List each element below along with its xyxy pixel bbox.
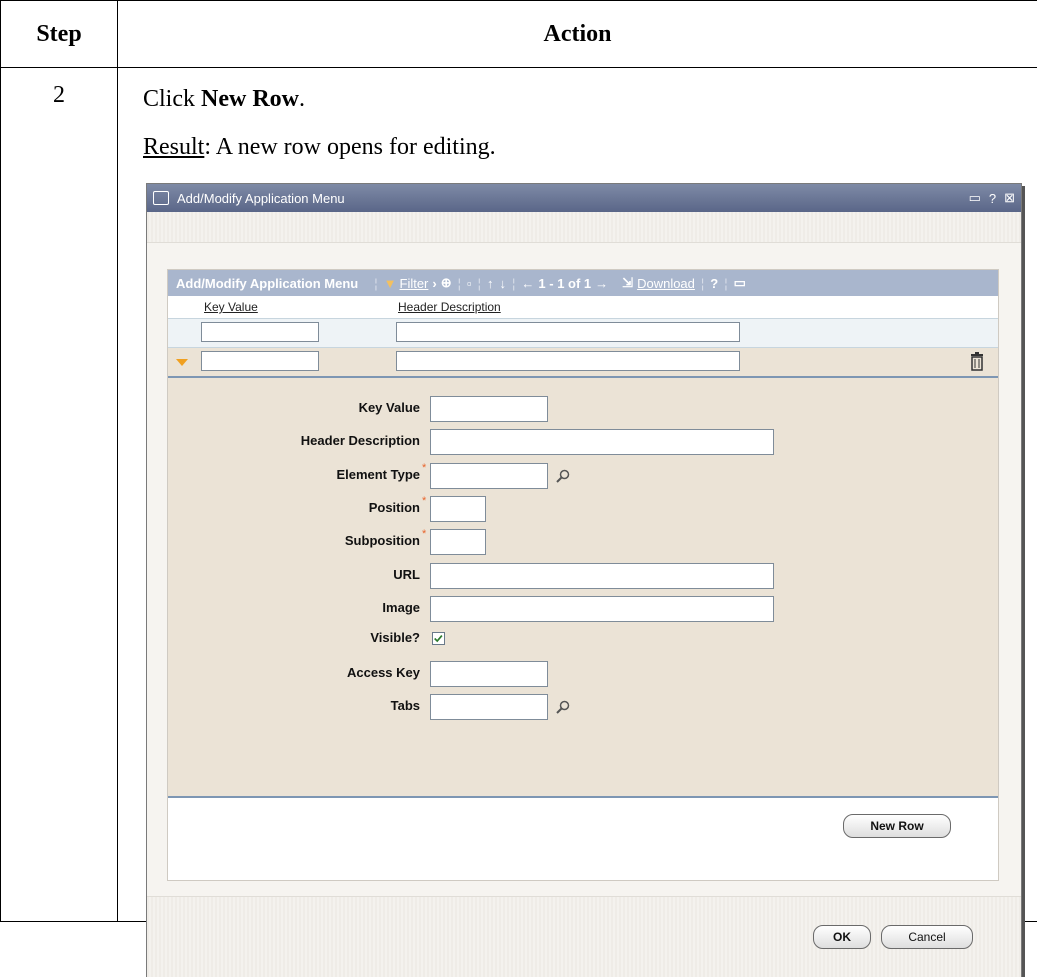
view-all-icon[interactable]: ▫ [467,276,472,291]
add-modify-dialog: Add/Modify Application Menu ▭ ? ⊠ Add/Mo… [146,183,1022,977]
visible-checkbox[interactable] [432,632,445,645]
header-description-field[interactable] [430,429,774,455]
tabs-field[interactable] [430,694,548,720]
step-action-table: Step Action 2 Click New Row. Result: A n… [0,0,1037,922]
result-label: Result [143,134,204,160]
lookup-icon[interactable] [556,700,570,714]
dialog-footer: OK Cancel [147,896,1021,977]
element-type-field[interactable] [430,463,548,489]
field-label: Access Key [180,665,420,680]
delete-icon[interactable] [970,351,984,371]
dialog-top-band [147,212,1021,243]
separator: ¦ [458,276,461,291]
result-body: : A new row opens for editing. [204,134,495,160]
row-expand-icon[interactable] [176,359,188,366]
column-key-value[interactable]: Key Value [204,300,258,314]
header-description-input[interactable] [396,322,740,342]
subposition-field[interactable] [430,529,486,555]
lookup-icon[interactable] [556,469,570,483]
result-text: Result: A new row opens for editing. [143,134,496,161]
url-field[interactable] [430,563,774,589]
find-icon[interactable]: ⊕ [441,275,452,291]
step-number: 2 [1,68,118,922]
field-label: Key Value [180,400,420,415]
separator: ¦ [374,276,377,291]
field-label: Element Type [180,467,420,482]
cancel-button[interactable]: Cancel [881,925,973,949]
restore-icon[interactable]: ▭ [969,190,981,206]
grid-help-icon[interactable]: ? [710,276,718,291]
step-header: Step [1,1,118,68]
close-icon[interactable]: ⊠ [1004,190,1015,206]
action-header: Action [118,1,1037,68]
separator: ¦ [512,276,515,291]
dialog-title: Add/Modify Application Menu [177,191,961,206]
required-marker: * [422,462,426,474]
ok-button[interactable]: OK [813,925,871,949]
instruction-prefix: Click [143,86,201,112]
detail-divider [168,796,998,798]
first-icon[interactable]: ↑ [487,276,494,291]
menu-grid: Add/Modify Application Menu ¦ ▼ Filter ›… [167,269,999,881]
download-icon[interactable]: ⇲ [622,275,633,291]
row-detail-panel: Key Value Header Description Element Typ… [168,376,998,798]
grid-title: Add/Modify Application Menu [176,276,358,291]
action-cell: Click New Row. Result: A new row opens f… [118,68,1037,922]
table-row [168,348,998,376]
separator: ¦ [701,276,704,291]
image-field[interactable] [430,596,774,622]
column-headers: Key Value Header Description [168,296,998,318]
required-marker: * [422,495,426,507]
instruction-text: Click New Row. [143,86,305,113]
access-key-field[interactable] [430,661,548,687]
filter-icon[interactable]: ▼ [384,276,397,291]
download-link[interactable]: Download [637,276,695,291]
help-icon[interactable]: ? [989,191,996,206]
key-value-field[interactable] [430,396,548,422]
field-label: Image [180,600,420,615]
field-label: Visible? [180,630,420,645]
instruction-suffix: . [299,86,305,112]
field-label: URL [180,567,420,582]
required-marker: * [422,528,426,540]
dialog-titlebar: Add/Modify Application Menu ▭ ? ⊠ [147,184,1021,212]
dialog-icon [153,191,169,205]
table-row [168,318,998,348]
grid-header: Add/Modify Application Menu ¦ ▼ Filter ›… [168,270,998,296]
field-label: Subposition [180,533,420,548]
checkmark-icon [433,633,444,644]
key-value-input[interactable] [201,322,319,342]
filter-link[interactable]: Filter [400,276,429,291]
header-description-input[interactable] [396,351,740,371]
grid-settings-icon[interactable]: ▭ [734,275,746,291]
column-header-description[interactable]: Header Description [398,300,501,314]
field-label: Position [180,500,420,515]
position-field[interactable] [430,496,486,522]
previous-icon[interactable]: ← [521,276,534,291]
separator: ¦ [478,276,481,291]
field-label: Header Description [180,433,420,448]
new-row-button[interactable]: New Row [843,814,951,838]
instruction-bold: New Row [201,86,299,112]
pagination-text: 1 - 1 of 1 [538,276,591,291]
separator: ¦ [724,276,727,291]
last-icon[interactable]: ↓ [500,276,507,291]
next-icon[interactable]: → [595,276,608,291]
key-value-input[interactable] [201,351,319,371]
field-label: Tabs [180,698,420,713]
filter-arrow-icon[interactable]: › [432,276,436,291]
